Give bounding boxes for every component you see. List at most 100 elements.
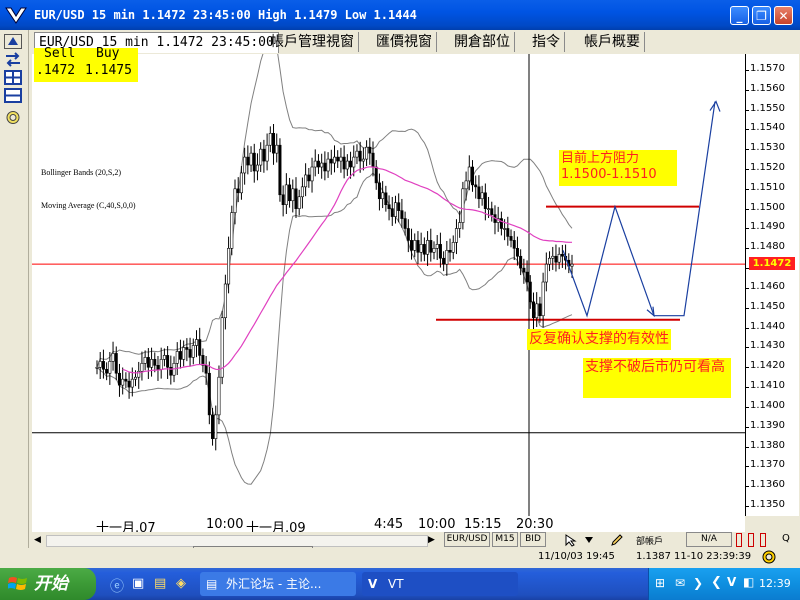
tray-icon-2[interactable]: ✉ xyxy=(675,576,685,590)
window-icon[interactable] xyxy=(4,88,22,103)
tab-account-management[interactable]: 帳戶管理視窗 xyxy=(266,32,359,52)
app-icon[interactable]: ◈ xyxy=(176,576,186,591)
candle-body xyxy=(487,208,491,210)
dropdown-icon[interactable] xyxy=(584,536,594,544)
price-tick-label: 1.1480 xyxy=(750,241,785,253)
grid-icon[interactable] xyxy=(4,70,22,85)
candle-body xyxy=(304,174,308,188)
candle-body xyxy=(223,283,227,319)
time-tick-label: 10:00 xyxy=(418,517,456,532)
candle-body xyxy=(528,281,532,303)
candle-body xyxy=(255,164,259,172)
candle-body xyxy=(387,204,391,209)
time-axis: 十一月.07 10:00 十一月.09 4:45 10:00 15:15 20:30 xyxy=(32,516,745,536)
price-chart[interactable] xyxy=(32,31,745,516)
candle-body xyxy=(217,376,221,416)
minimize-button[interactable]: _ xyxy=(730,6,749,25)
candle-body xyxy=(262,148,266,162)
support-note: 反复确认支撑的有效性 xyxy=(527,329,671,350)
task-vt-label: VT xyxy=(388,577,404,591)
candle-body xyxy=(515,248,519,257)
price-tick xyxy=(746,466,749,468)
tray-icon-4[interactable]: ❮ xyxy=(711,575,722,590)
tab-open-positions[interactable]: 開倉部位 xyxy=(450,32,515,52)
tab-rates[interactable]: 匯價視窗 xyxy=(372,32,437,52)
connection-status-icon xyxy=(762,550,776,564)
price-tick-label: 1.1450 xyxy=(750,300,785,312)
scroll-right-button[interactable]: ▶ xyxy=(428,534,438,546)
candle-body xyxy=(310,166,314,182)
scroll-indicator-3[interactable] xyxy=(760,533,766,547)
candle-body xyxy=(313,160,317,168)
maximize-button[interactable]: ❐ xyxy=(752,6,771,25)
price-tick-label: 1.1440 xyxy=(750,320,785,332)
chart-area[interactable]: Bollinger Bands (20,S,2) Moving Average … xyxy=(32,31,745,516)
price-tick-label: 1.1350 xyxy=(750,499,785,511)
tray-icon-3[interactable]: ❯ xyxy=(693,576,703,590)
chart-scroll-row: ◀ ▶ EUR/USD M15 BID 部帳戶 N/A Q xyxy=(32,532,800,548)
price-tick-label: 1.1560 xyxy=(750,82,785,94)
swap-arrows-icon[interactable] xyxy=(4,52,22,67)
candle-body xyxy=(95,366,99,369)
symbol-field[interactable]: EUR/USD xyxy=(444,532,490,547)
price-tick xyxy=(746,486,749,488)
candle-body xyxy=(329,158,333,164)
candle-body xyxy=(239,172,243,194)
candle-body xyxy=(156,365,160,370)
candle-body xyxy=(336,156,340,162)
quote-box[interactable]: Sell Buy .1472 1.1475 xyxy=(34,46,138,82)
folder-icon[interactable]: ▤ xyxy=(154,576,166,591)
desktop-icon[interactable]: ▣ xyxy=(132,576,144,591)
price-tick xyxy=(746,69,749,71)
candle-body xyxy=(522,267,526,273)
candle-body xyxy=(432,248,436,253)
timeframe-field[interactable]: M15 xyxy=(492,532,518,547)
candle-body xyxy=(291,188,295,202)
candle-body xyxy=(278,144,282,196)
sell-price[interactable]: .1472 xyxy=(36,63,75,78)
candle-body xyxy=(272,133,276,154)
side-field[interactable]: BID xyxy=(520,532,546,547)
scroll-indicator-2[interactable] xyxy=(748,533,754,547)
scroll-left-button[interactable]: ◀ xyxy=(34,534,44,546)
candle-body xyxy=(544,263,548,283)
candle-body xyxy=(307,174,311,182)
price-tick xyxy=(746,426,749,428)
ie-icon[interactable]: ⓔ xyxy=(110,576,124,596)
price-tick xyxy=(746,169,749,170)
settings-circle-icon[interactable] xyxy=(4,110,22,125)
pencil-icon[interactable] xyxy=(610,533,624,547)
candle-body xyxy=(464,180,468,190)
scroll-indicator-1[interactable] xyxy=(736,533,742,547)
task-forum[interactable]: ▤ 外汇论坛 - 主论... xyxy=(200,572,356,596)
tray-icon-1[interactable]: ⊞ xyxy=(655,576,665,590)
zoom-button[interactable]: Q xyxy=(782,533,790,544)
tab-account-summary[interactable]: 帳戶概要 xyxy=(580,32,645,52)
forum-task-icon: ▤ xyxy=(206,577,218,591)
start-button[interactable]: 开始 xyxy=(0,568,96,600)
candle-body xyxy=(127,380,131,388)
taskbar: 开始 ⓔ ▣ ▤ ◈ ▤ 外汇论坛 - 主论... V VT ⊞ ✉ ❯ ❮ V… xyxy=(0,568,800,600)
system-tray: ⊞ ✉ ❯ ❮ V ◧ 12:39 xyxy=(648,568,800,600)
tray-icon-5[interactable]: V xyxy=(727,575,736,589)
candle-body xyxy=(124,378,128,382)
tab-orders[interactable]: 指令 xyxy=(528,32,565,52)
candle-body xyxy=(214,414,218,439)
candle-body xyxy=(146,357,150,368)
candle-body xyxy=(358,150,362,162)
close-button[interactable]: ✕ xyxy=(774,6,793,25)
cursor-tool-icon[interactable] xyxy=(564,533,578,547)
candle-body xyxy=(477,186,481,200)
candle-body xyxy=(227,248,231,285)
buy-price[interactable]: 1.1475 xyxy=(85,63,132,78)
candle-body xyxy=(503,228,507,230)
volume-icon[interactable]: ◧ xyxy=(743,575,754,589)
price-tick xyxy=(746,387,749,389)
task-vt[interactable]: V VT xyxy=(362,572,518,596)
forecast-path xyxy=(562,101,716,318)
arrow-up-icon[interactable] xyxy=(4,34,22,49)
vt-task-icon: V xyxy=(368,577,378,591)
candle-body xyxy=(98,361,102,368)
tray-clock: 12:39 xyxy=(759,577,791,590)
candle-body xyxy=(471,166,475,186)
